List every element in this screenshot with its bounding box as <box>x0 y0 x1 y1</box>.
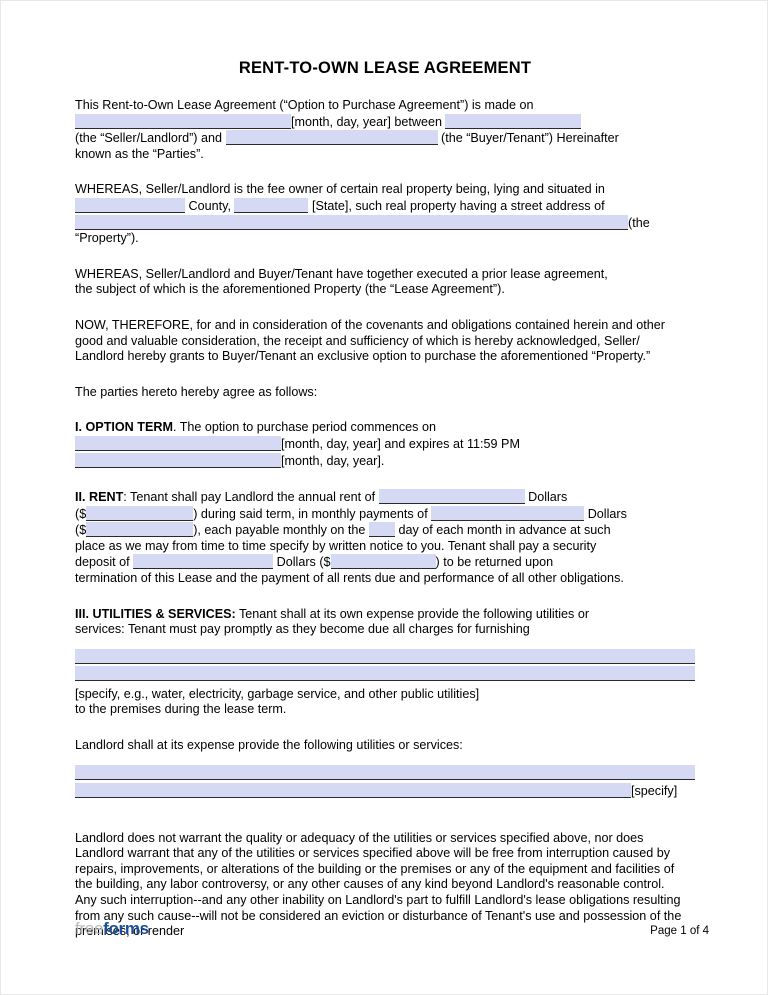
specify-note: [specify, e.g., water, electricity, garb… <box>75 686 480 701</box>
tenant-utilities-line-2-field[interactable] <box>75 665 695 681</box>
landlord-utilities-line-2-field[interactable] <box>75 782 631 798</box>
logo-text-forms: forms <box>103 919 149 938</box>
section-2-t1: : Tenant shall pay Landlord the annual r… <box>123 490 376 505</box>
specify-tag: [specify] <box>631 783 678 798</box>
street-address-field[interactable] <box>75 214 628 230</box>
due-day-field[interactable] <box>368 522 395 538</box>
landlord-utilities-line: Landlord shall at its expense provide th… <box>75 738 463 753</box>
date-made-on-field[interactable] <box>75 113 291 129</box>
section-2-t8: day of each month in advance at such <box>398 523 611 538</box>
section-2-t10: deposit of <box>75 555 130 570</box>
seller-name-field[interactable] <box>445 113 582 129</box>
whereas-first-paragraph: WHEREAS, Seller/Landlord is the fee owne… <box>75 182 695 246</box>
landlord-utilities-row-2: [specify] <box>75 782 695 800</box>
intro-line-1: This Rent-to-Own Lease Agreement (“Optio… <box>75 98 534 112</box>
document-body: RENT-TO-OWN LEASE AGREEMENT This Rent-to… <box>75 1 695 940</box>
section-2-t13: termination of this Lease and the paymen… <box>75 571 624 586</box>
page-title: RENT-TO-OWN LEASE AGREEMENT <box>238 59 532 77</box>
section-2-t7: ), each payable monthly on the <box>193 523 366 538</box>
section-2-t6: ($ <box>75 523 87 538</box>
section-rent: II. RENT: Tenant shall pay Landlord the … <box>75 489 695 587</box>
section-3-t2: services: Tenant must pay promptly as th… <box>75 622 530 637</box>
section-2-t2: Dollars <box>528 490 568 505</box>
section-option-term: I. OPTION TERM. The option to purchase p… <box>75 420 695 469</box>
security-deposit-amount-field[interactable] <box>330 554 436 570</box>
section-2-t4: ) during said term, in monthly payments … <box>193 506 428 521</box>
state-label: [State], such real property having a str… <box>311 198 605 213</box>
whereas-second-paragraph: WHEREAS, Seller/Landlord and Buyer/Tenan… <box>75 267 695 298</box>
section-2-t9: place as we may from time to time specif… <box>75 538 597 553</box>
agree-line: The parties hereto hereby agree as follo… <box>75 384 318 399</box>
county-label: County, <box>188 198 231 213</box>
section-3-t1: Tenant shall at its own expense provide … <box>235 606 590 621</box>
section-1-heading: I. OPTION TERM <box>75 420 173 435</box>
section-utilities-services: III. UTILITIES & SERVICES: Tenant shall … <box>75 607 695 638</box>
buyer-tenant-label: (the “Buyer/Tenant”) Hereinafter <box>441 131 619 146</box>
buyer-name-field[interactable] <box>225 130 438 146</box>
landlord-utilities-line-1-field[interactable] <box>75 764 695 780</box>
page-footer: freeforms Page 1 of 4 <box>75 919 709 949</box>
section-2-t11: Dollars ($ <box>276 555 331 570</box>
intro-paragraph: This Rent-to-Own Lease Agreement (“Optio… <box>75 98 695 162</box>
annual-rent-words-field[interactable] <box>378 489 525 505</box>
annual-rent-amount-field[interactable] <box>86 505 194 521</box>
section-2-heading: II. RENT <box>75 490 124 505</box>
section-1-intro: . The option to purchase period commence… <box>172 420 436 435</box>
section-2-t5: Dollars <box>587 506 627 521</box>
now-therefore-paragraph: NOW, THEREFORE, for and in consideration… <box>75 317 665 364</box>
whereas-1-line-1: WHEREAS, Seller/Landlord is the fee owne… <box>75 182 605 197</box>
page-number: Page 1 of 4 <box>650 925 709 937</box>
logo-text-free: free <box>75 919 104 938</box>
tenant-utilities-line-1-field[interactable] <box>75 648 695 664</box>
document-page: RENT-TO-OWN LEASE AGREEMENT This Rent-to… <box>0 0 768 995</box>
date-made-on-label: [month, day, year] between <box>291 114 442 129</box>
freeforms-logo: freeforms <box>75 919 149 939</box>
whereas-2-line-2: the subject of which is the aforemention… <box>75 282 505 297</box>
option-expire-label: [month, day, year]. <box>281 453 385 468</box>
monthly-rent-words-field[interactable] <box>431 505 585 521</box>
section-2-t12: ) to be returned upon <box>435 555 554 570</box>
option-commence-date-field[interactable] <box>75 435 281 451</box>
premises-note: to the premises during the lease term. <box>75 702 287 717</box>
intro-line-4: known as the “Parties”. <box>75 146 204 161</box>
monthly-rent-amount-field[interactable] <box>86 522 194 538</box>
tenant-utilities-notes: [specify, e.g., water, electricity, garb… <box>75 687 695 718</box>
state-field[interactable] <box>234 197 309 213</box>
whereas-2-line-1: WHEREAS, Seller/Landlord and Buyer/Tenan… <box>75 266 608 281</box>
option-commence-label: [month, day, year] and expires at 11:59 … <box>281 436 520 451</box>
security-deposit-words-field[interactable] <box>133 554 274 570</box>
section-2-t3: ($ <box>75 506 87 521</box>
county-field[interactable] <box>75 197 185 213</box>
section-3-heading: III. UTILITIES & SERVICES: <box>75 606 236 621</box>
seller-landlord-label: (the “Seller/Landlord”) and <box>75 131 223 146</box>
option-expire-date-field[interactable] <box>75 452 281 468</box>
